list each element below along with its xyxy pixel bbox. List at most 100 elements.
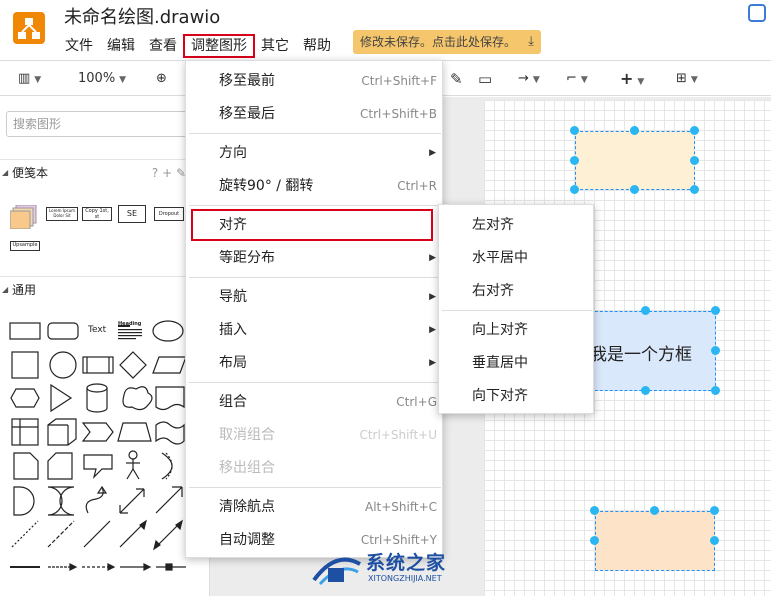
drawio-logo-icon xyxy=(13,12,45,44)
menu-view[interactable]: 查看 xyxy=(142,35,184,57)
collapse-triangle-icon: ◢ xyxy=(2,285,9,294)
connection-arrow-icon: → xyxy=(518,71,529,86)
box-label[interactable]: 我是一个方框 xyxy=(590,340,692,365)
resize-handle[interactable] xyxy=(711,346,720,355)
watermark-title: 系统之家 xyxy=(366,552,447,574)
format-panel-toggle[interactable]: ▥ ▼ xyxy=(18,70,41,89)
scratch-item-stack[interactable] xyxy=(9,204,38,230)
resize-handle[interactable] xyxy=(690,126,699,135)
resize-handle[interactable] xyxy=(590,536,599,545)
menu-item-label: 移至最前 xyxy=(219,73,275,89)
align-middle[interactable]: 垂直居中 xyxy=(439,347,595,380)
chevron-down-icon: ▼ xyxy=(532,75,540,85)
scratch-item-5[interactable]: Upsample xyxy=(10,241,40,251)
menu-help[interactable]: 帮助 xyxy=(296,35,338,57)
arrange-menu: 移至最前 Ctrl+Shift+F 移至最后 Ctrl+Shift+B 方向 ▶ 旋转… xyxy=(185,60,443,558)
menu-item-group[interactable]: 组合 Ctrl+G xyxy=(186,386,444,418)
scratchpad-tools[interactable]: ? + ✎ xyxy=(152,160,186,186)
align-center[interactable]: 水平居中 xyxy=(439,242,595,275)
resize-handle[interactable] xyxy=(630,185,639,194)
align-bottom[interactable]: 向下对齐 xyxy=(439,380,595,413)
resize-handle[interactable] xyxy=(711,306,720,315)
shapes-sidebar: ◢ 便笺本 ? + ✎ Lorem Ipsum Dolor Sit Copy 1… xyxy=(0,97,210,596)
heading-shape[interactable]: Heading xyxy=(118,321,141,327)
menu-item-layout[interactable]: 布局 ▶ xyxy=(186,347,444,379)
shortcut: Ctrl+R xyxy=(397,179,437,193)
resize-handle[interactable] xyxy=(570,185,579,194)
rectangle-shape-1[interactable] xyxy=(575,131,695,190)
menu-item-to-front[interactable]: 移至最前 Ctrl+Shift+F xyxy=(186,65,444,97)
resize-handle[interactable] xyxy=(690,156,699,165)
scratchpad-header[interactable]: ◢ 便笺本 ? + ✎ xyxy=(0,159,210,185)
shortcut: Ctrl+Shift+F xyxy=(361,74,437,88)
menu-item-clear-waypoints[interactable]: 清除航点 Alt+Shift+C xyxy=(186,491,444,523)
general-header[interactable]: ◢ 通用 xyxy=(0,276,210,302)
resize-handle[interactable] xyxy=(570,156,579,165)
scratch-item-2[interactable]: Copy 1st, st xyxy=(82,207,112,221)
menu-item-to-back[interactable]: 移至最后 Ctrl+Shift+B xyxy=(186,98,444,130)
zoom-select[interactable]: 100% ▼ xyxy=(78,70,126,89)
menu-item-ungroup[interactable]: 取消组合 Ctrl+Shift+U xyxy=(186,419,444,451)
menu-separator xyxy=(189,133,441,134)
scratch-item-1[interactable]: Lorem Ipsum Dolor Sit xyxy=(46,207,78,221)
shadow-icon[interactable]: ▭ xyxy=(478,70,492,88)
menu-extras[interactable]: 其它 xyxy=(254,35,296,57)
scratch-item-4[interactable]: Dropout xyxy=(154,207,184,221)
watermark: 系统之家 XITONGZHIJIA.NET xyxy=(306,544,496,594)
resize-handle[interactable] xyxy=(710,536,719,545)
resize-handle[interactable] xyxy=(711,386,720,395)
resize-handle[interactable] xyxy=(710,506,719,515)
shape-search-input[interactable] xyxy=(6,111,206,137)
menu-item-remove-from-group[interactable]: 移出组合 xyxy=(186,452,444,484)
resize-handle[interactable] xyxy=(590,506,599,515)
menu-item-align[interactable]: 对齐 xyxy=(191,209,433,241)
rectangle-shape-3[interactable] xyxy=(595,511,715,571)
menu-item-label: 插入 xyxy=(219,322,247,338)
submenu-arrow-icon: ▶ xyxy=(429,325,436,335)
line-color-icon[interactable]: ✎ xyxy=(450,70,463,88)
waypoints-button[interactable]: ⌐ ▼ xyxy=(566,70,588,89)
document-title[interactable]: 未命名绘图.drawio xyxy=(64,6,220,30)
menubar: 文件 编辑 查看 调整图形 其它 帮助 xyxy=(58,34,338,58)
insert-button[interactable]: + ▼ xyxy=(620,70,644,91)
menu-item-rotate[interactable]: 旋转90° / 翻转 Ctrl+R xyxy=(186,170,444,202)
menu-file[interactable]: 文件 xyxy=(58,35,100,57)
align-right[interactable]: 右对齐 xyxy=(439,275,595,308)
align-submenu: 左对齐 水平居中 右对齐 向上对齐 垂直居中 向下对齐 xyxy=(438,204,594,414)
waypoint-icon: ⌐ xyxy=(566,71,577,86)
layout-panel-icon: ▥ xyxy=(18,71,31,86)
unsaved-changes-button[interactable]: 修改未保存。点击此处保存。 ⤓ xyxy=(353,30,541,54)
align-left[interactable]: 左对齐 xyxy=(439,209,595,242)
menu-item-insert[interactable]: 插入 ▶ xyxy=(186,314,444,346)
chevron-down-icon: ▼ xyxy=(637,77,645,87)
watermark-subtitle: XITONGZHIJIA.NET xyxy=(368,574,442,583)
connection-style-button[interactable]: → ▼ xyxy=(518,70,540,89)
menu-item-navigation[interactable]: 导航 ▶ xyxy=(186,281,444,313)
menu-separator xyxy=(189,382,441,383)
menu-arrange[interactable]: 调整图形 xyxy=(183,34,255,58)
resize-handle[interactable] xyxy=(570,126,579,135)
collapse-triangle-icon: ◢ xyxy=(2,168,9,177)
watermark-logo-icon xyxy=(312,557,362,586)
menu-item-direction[interactable]: 方向 ▶ xyxy=(186,137,444,169)
align-top[interactable]: 向上对齐 xyxy=(439,314,595,347)
fullscreen-icon[interactable] xyxy=(748,4,766,22)
table-button[interactable]: ⊞ ▼ xyxy=(676,70,698,89)
table-icon: ⊞ xyxy=(676,71,687,86)
chevron-down-icon: ▼ xyxy=(119,75,127,85)
text-shape[interactable]: Text xyxy=(88,325,106,335)
submenu-arrow-icon: ▶ xyxy=(429,358,436,368)
chevron-down-icon: ▼ xyxy=(580,75,588,85)
menu-edit[interactable]: 编辑 xyxy=(100,35,142,57)
resize-handle[interactable] xyxy=(690,185,699,194)
resize-handle[interactable] xyxy=(641,306,650,315)
scratchpad-label: 便笺本 xyxy=(12,166,49,180)
zoom-in-icon[interactable]: ⊕ xyxy=(156,70,167,88)
resize-handle[interactable] xyxy=(630,126,639,135)
general-shapes-grid[interactable] xyxy=(6,315,201,596)
menu-item-distribute[interactable]: 等距分布 ▶ xyxy=(186,242,444,274)
scratch-item-3[interactable]: SE xyxy=(118,205,146,223)
plus-icon: + xyxy=(620,69,634,88)
resize-handle[interactable] xyxy=(641,386,650,395)
resize-handle[interactable] xyxy=(650,506,659,515)
